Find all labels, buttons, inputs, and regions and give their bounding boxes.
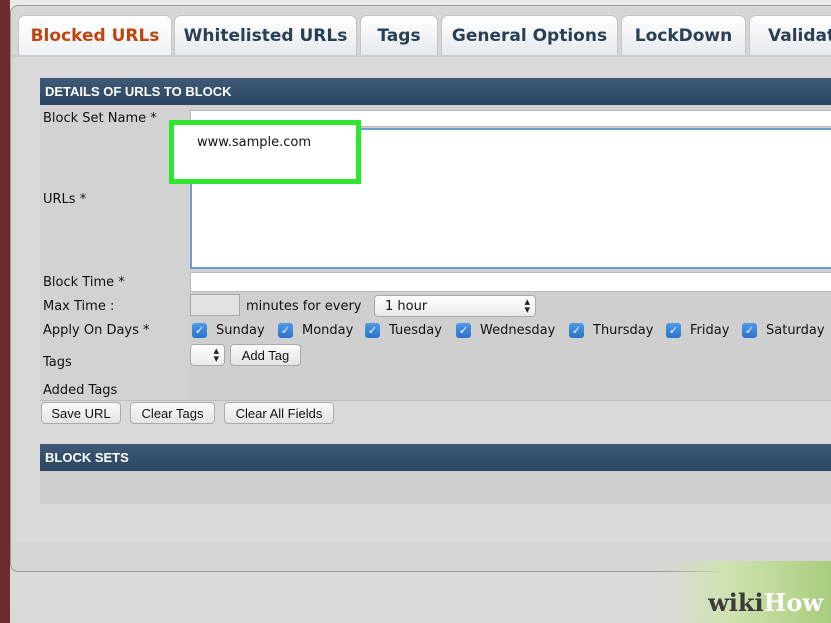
tab-tags[interactable]: Tags xyxy=(360,15,438,56)
max-time-input[interactable] xyxy=(190,294,240,316)
checkbox-sunday[interactable]: ✓ xyxy=(192,323,207,338)
wikihow-watermark: wikiHow xyxy=(708,588,823,617)
urls-value: www.sample.com xyxy=(197,135,311,150)
checkbox-thursday[interactable]: ✓ xyxy=(569,323,584,338)
add-tag-button[interactable]: Add Tag xyxy=(230,344,301,366)
block-sets-list xyxy=(40,471,831,504)
tab-lockdown[interactable]: LockDown xyxy=(621,15,746,56)
clear-tags-button[interactable]: Clear Tags xyxy=(130,402,215,424)
watermark-wiki: wiki xyxy=(708,588,764,617)
tab-validate[interactable]: Validate xyxy=(749,15,831,56)
clear-all-fields-button[interactable]: Clear All Fields xyxy=(224,402,334,424)
tab-blocked-urls[interactable]: Blocked URLs xyxy=(18,15,172,56)
apply-on-days-label: Apply On Days * xyxy=(43,323,150,338)
checkbox-tuesday[interactable]: ✓ xyxy=(365,323,380,338)
tags-label: Tags xyxy=(43,355,72,370)
day-label-monday: Monday xyxy=(302,323,354,338)
highlight-box xyxy=(169,120,361,184)
max-time-label: Max Time : xyxy=(43,299,115,314)
browser-content: Blocked URLs Whitelisted URLs Tags Gener… xyxy=(0,0,831,623)
checkbox-saturday[interactable]: ✓ xyxy=(742,323,757,338)
tags-select[interactable]: ▴ ▾ xyxy=(190,344,225,366)
form-divider xyxy=(40,400,831,401)
urls-label: URLs * xyxy=(43,192,87,207)
day-label-saturday: Saturday xyxy=(766,323,825,338)
block-time-label: Block Time * xyxy=(43,275,125,290)
block-sets-section-header: BLOCK SETS xyxy=(40,444,831,471)
details-section-header: DETAILS OF URLS TO BLOCK xyxy=(40,78,831,105)
day-label-wednesday: Wednesday xyxy=(480,323,556,338)
minutes-for-every-label: minutes for every xyxy=(246,299,362,314)
tags-select-arrows-icon: ▴ ▾ xyxy=(213,344,219,365)
save-url-button[interactable]: Save URL xyxy=(41,402,121,424)
checkbox-monday[interactable]: ✓ xyxy=(278,323,293,338)
block-time-input[interactable] xyxy=(190,272,831,292)
day-label-tuesday: Tuesday xyxy=(389,323,442,338)
details-section-title: DETAILS OF URLS TO BLOCK xyxy=(45,84,232,99)
block-set-name-label: Block Set Name * xyxy=(43,111,157,126)
added-tags-label: Added Tags xyxy=(43,383,118,398)
day-label-friday: Friday xyxy=(690,323,730,338)
interval-select-value: 1 hour xyxy=(385,298,428,314)
block-sets-title: BLOCK SETS xyxy=(45,450,129,465)
checkbox-wednesday[interactable]: ✓ xyxy=(456,323,471,338)
watermark-how: How xyxy=(763,588,823,617)
checkbox-friday[interactable]: ✓ xyxy=(666,323,681,338)
tab-whitelisted-urls[interactable]: Whitelisted URLs xyxy=(174,15,357,56)
day-label-sunday: Sunday xyxy=(216,323,265,338)
window-edge xyxy=(0,0,10,623)
day-label-thursday: Thursday xyxy=(593,323,654,338)
tab-general-options[interactable]: General Options xyxy=(441,15,618,56)
select-arrows-icon: ▴ ▾ xyxy=(524,295,530,316)
interval-select[interactable]: 1 hour ▴ ▾ xyxy=(374,295,536,317)
